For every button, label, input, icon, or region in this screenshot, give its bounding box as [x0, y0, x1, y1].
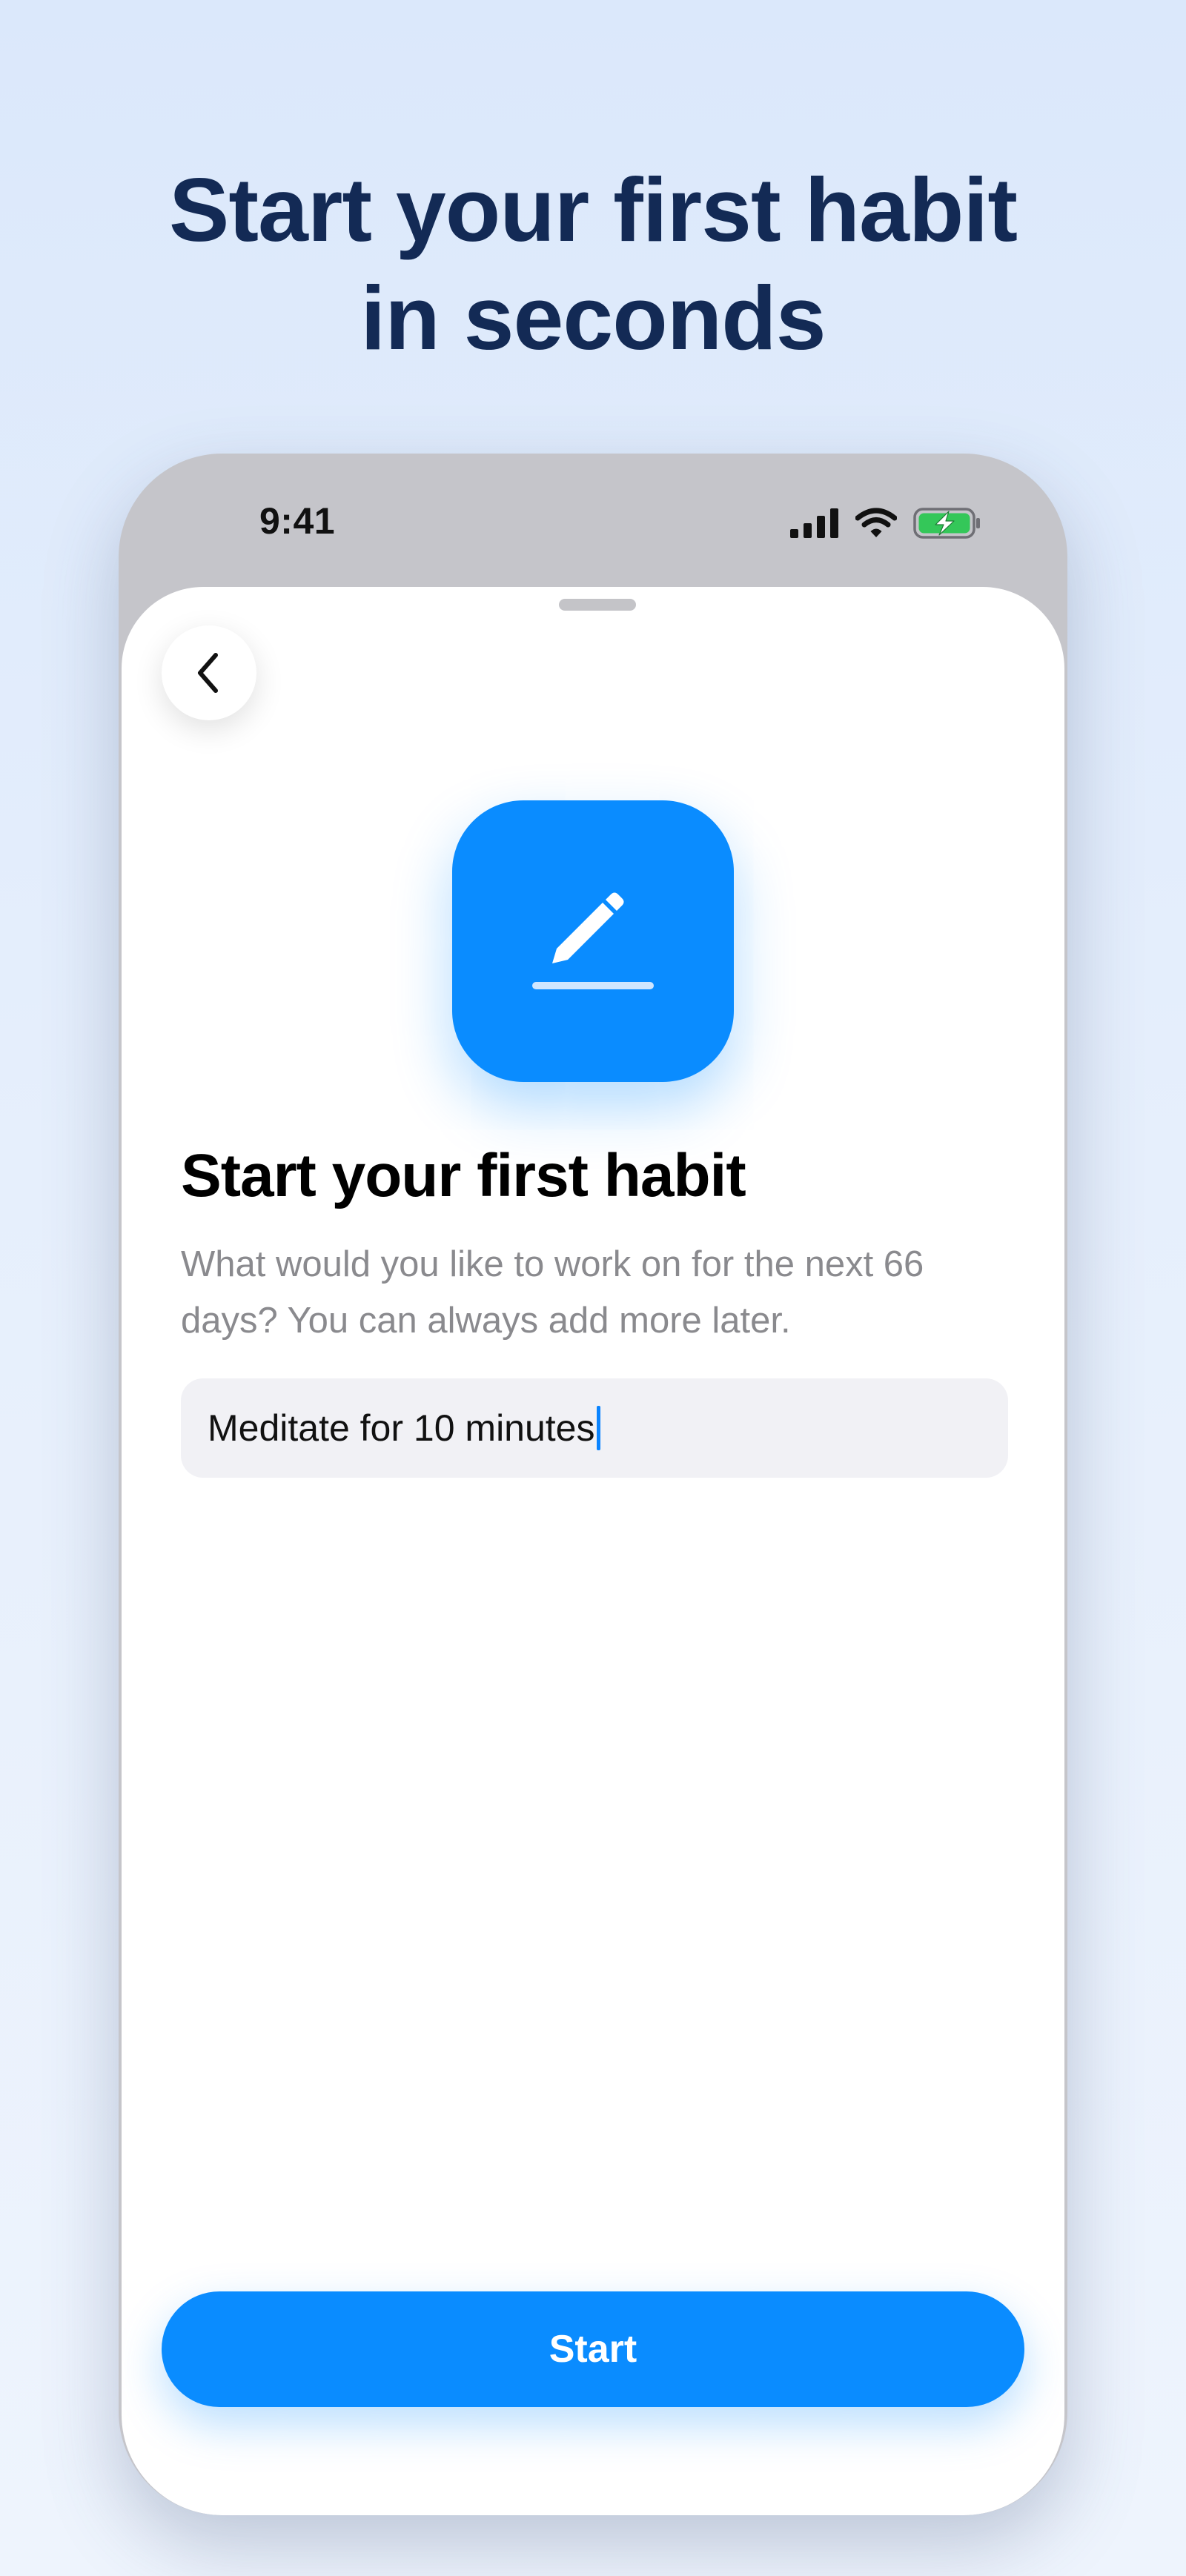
status-icons [790, 505, 981, 541]
onboarding-sheet: Start your first habit What would you li… [122, 587, 1064, 2515]
habit-input-value: Meditate for 10 minutes [208, 1407, 595, 1449]
phone-mockup: 9:41 Start your first habit What would y… [119, 454, 1067, 2515]
promo-headline-line-2: in seconds [360, 268, 826, 368]
text-caret [596, 1406, 600, 1450]
start-button[interactable]: Start [162, 2291, 1024, 2407]
promo-headline: Start your first habit in seconds [0, 156, 1186, 372]
sheet-grabber[interactable] [559, 599, 636, 611]
battery-charging-icon [913, 508, 980, 539]
screen-title: Start your first habit [181, 1142, 746, 1209]
pencil-icon [532, 892, 654, 989]
wifi-icon [855, 508, 897, 537]
status-time: 9:41 [259, 500, 336, 542]
cellular-signal-icon [790, 508, 838, 538]
screen-subtitle: What would you like to work on for the n… [181, 1244, 924, 1341]
habit-input[interactable]: Meditate for 10 minutes [181, 1378, 1008, 1478]
back-button[interactable] [162, 625, 256, 720]
promo-headline-line-1: Start your first habit [169, 159, 1018, 260]
habit-app-icon [452, 800, 734, 1082]
chevron-left-icon [198, 653, 218, 693]
